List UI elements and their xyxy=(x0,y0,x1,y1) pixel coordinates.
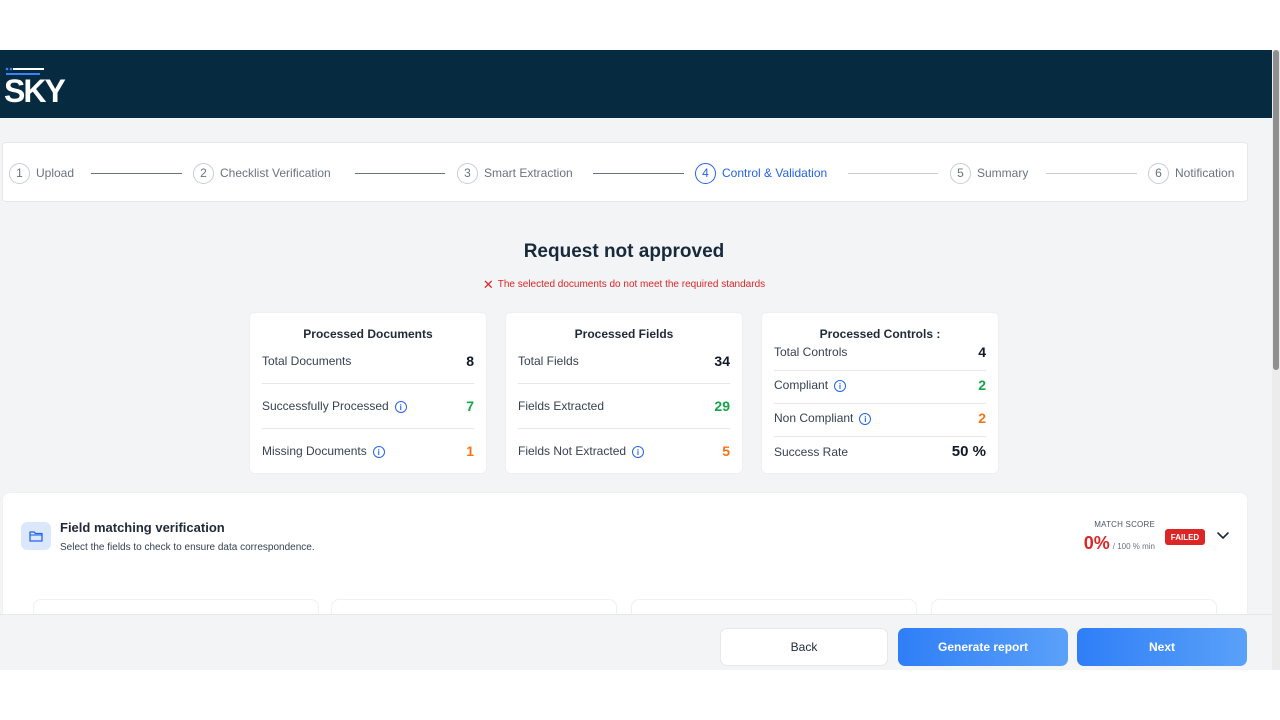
close-x-icon: ✕ xyxy=(482,277,494,292)
step-connector xyxy=(355,173,445,174)
stat-label: Total Controls xyxy=(774,345,848,359)
generate-report-button[interactable]: Generate report xyxy=(898,628,1068,666)
stat-value: 2 xyxy=(978,410,986,426)
progress-stepper: 1 Upload 2 Checklist Verification 3 Smar… xyxy=(2,142,1248,202)
info-icon[interactable]: i xyxy=(834,380,847,393)
step-number: 3 xyxy=(457,162,478,184)
divider xyxy=(774,370,986,371)
step-smart-extraction[interactable]: 3 Smart Extraction xyxy=(457,162,573,184)
step-summary[interactable]: 5 Summary xyxy=(950,162,1028,184)
stat-row-compliant: Compliant i 2 xyxy=(774,377,986,393)
card-title: Processed Controls : xyxy=(819,327,941,341)
stat-row-successfully-processed: Successfully Processed i 7 xyxy=(262,398,474,414)
divider xyxy=(262,428,474,429)
step-label: Upload xyxy=(36,166,75,180)
step-number: 5 xyxy=(950,162,971,184)
status-title: Request not approved xyxy=(523,241,725,262)
divider xyxy=(518,428,730,429)
stat-value: 2 xyxy=(978,377,986,393)
match-score-min: / 100 % min xyxy=(1112,542,1155,551)
match-score-label: MATCH SCORE xyxy=(1094,520,1155,529)
step-label: Control & Validation xyxy=(722,166,828,180)
processed-fields-card: Processed Fields Total Fields 34 Fields … xyxy=(505,312,743,474)
divider xyxy=(774,403,986,404)
divider xyxy=(262,383,474,384)
stat-value: 29 xyxy=(714,398,730,414)
step-connector xyxy=(1046,173,1137,174)
logo-text: SKY xyxy=(4,73,65,108)
divider xyxy=(774,436,986,437)
step-upload[interactable]: 1 Upload xyxy=(9,162,74,184)
stat-value: 5 xyxy=(722,443,730,459)
stat-row-total-documents: Total Documents 8 xyxy=(262,353,474,369)
stat-row-fields-extracted: Fields Extracted 29 xyxy=(518,398,730,414)
app-viewport: SKY 1 Upload 2 Checklist Verification 3 … xyxy=(0,50,1280,670)
step-checklist-verification[interactable]: 2 Checklist Verification xyxy=(193,162,331,184)
stat-label: Success Rate xyxy=(774,444,849,459)
step-connector xyxy=(91,173,182,174)
folder-icon xyxy=(21,522,51,550)
sky-logo: SKY xyxy=(4,67,67,108)
info-icon[interactable]: i xyxy=(394,401,407,414)
stat-row-total-fields: Total Fields 34 xyxy=(518,353,730,369)
card-title: Processed Documents xyxy=(303,327,433,341)
step-number: 1 xyxy=(9,162,30,184)
step-control-validation[interactable]: 4 Control & Validation xyxy=(695,162,827,184)
step-number: 6 xyxy=(1148,162,1169,184)
step-label: Smart Extraction xyxy=(484,166,573,180)
card-title: Processed Fields xyxy=(574,327,674,341)
step-connector xyxy=(848,173,938,174)
scrollbar-thumb[interactable] xyxy=(1273,50,1279,370)
stat-label: Compliant xyxy=(774,377,829,392)
stat-label: Fields Extracted xyxy=(518,399,605,413)
stat-row-total-controls: Total Controls 4 xyxy=(774,344,986,360)
next-button[interactable]: Next xyxy=(1077,628,1247,666)
divider xyxy=(518,383,730,384)
stat-row-fields-not-extracted: Fields Not Extracted i 5 xyxy=(518,443,730,459)
stat-row-non-compliant: Non Compliant i 2 xyxy=(774,410,986,426)
step-label: Summary xyxy=(977,166,1029,180)
page-scrollbar[interactable] xyxy=(1272,50,1280,670)
stat-label: Total Fields xyxy=(518,354,579,368)
stat-value: 34 xyxy=(714,353,730,369)
status-message-text: The selected documents do not meet the r… xyxy=(497,279,766,290)
stat-value: 7 xyxy=(466,398,474,414)
status-message: ✕ The selected documents do not meet the … xyxy=(0,277,1248,293)
status-badge: FAILED xyxy=(1165,529,1205,545)
stat-value: 4 xyxy=(978,344,986,360)
stat-label: Missing Documents xyxy=(262,443,367,458)
processed-controls-card: Processed Controls : Total Controls 4 Co… xyxy=(761,312,999,474)
panel-title: Field matching verification xyxy=(60,520,225,535)
match-score-value: 0% xyxy=(1083,533,1110,553)
step-notification[interactable]: 6 Notification xyxy=(1148,162,1234,184)
info-icon[interactable]: i xyxy=(372,446,385,459)
step-connector xyxy=(593,173,684,174)
step-number: 4 xyxy=(695,162,716,184)
top-navbar: SKY xyxy=(0,50,1272,118)
stat-row-missing-documents: Missing Documents i 1 xyxy=(262,443,474,459)
panel-subtitle: Select the fields to check to ensure dat… xyxy=(60,542,315,553)
action-footer: Back Generate report Next xyxy=(0,614,1272,670)
step-label: Notification xyxy=(1175,166,1235,180)
back-button[interactable]: Back xyxy=(720,628,888,666)
info-icon[interactable]: i xyxy=(859,413,872,426)
step-label: Checklist Verification xyxy=(220,166,331,180)
stat-label: Successfully Processed xyxy=(262,398,389,413)
step-number: 2 xyxy=(193,162,214,184)
info-icon[interactable]: i xyxy=(632,446,645,459)
stat-value: 8 xyxy=(466,353,474,369)
stat-value: 1 xyxy=(466,443,474,459)
stat-row-success-rate: Success Rate 50 % xyxy=(774,443,986,460)
processed-documents-card: Processed Documents Total Documents 8 Su… xyxy=(249,312,487,474)
stat-label: Non Compliant xyxy=(774,410,854,425)
stat-label: Fields Not Extracted xyxy=(518,443,627,458)
chevron-down-icon[interactable] xyxy=(1215,527,1231,543)
stat-label: Total Documents xyxy=(262,354,352,368)
stat-value: 50 % xyxy=(951,443,986,460)
match-score: 0% / 100 % min xyxy=(1084,533,1155,554)
